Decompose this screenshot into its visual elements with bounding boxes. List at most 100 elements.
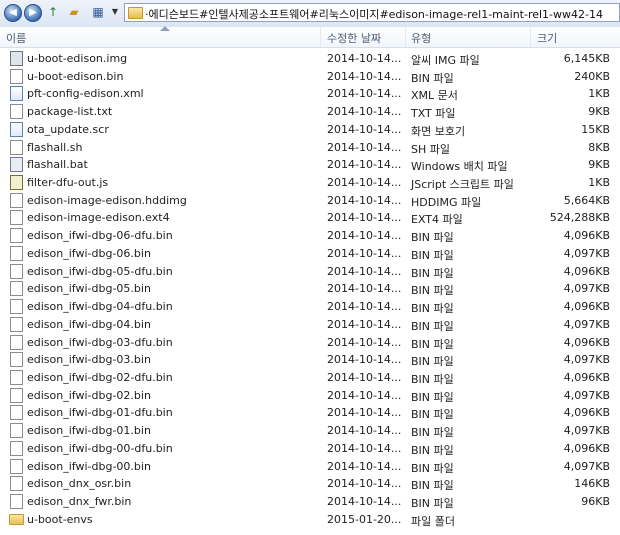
file-type: BIN 파일 [411,266,454,280]
address-path: ·에디슨보드#인텔사제공소프트웨어#리눅스이미지#edison-image-re… [145,8,603,21]
file-name: package-list.txt [27,105,113,119]
file-row[interactable]: edison_ifwi-dbg-06-dfu.bin 2014-10-14... B… [0,227,620,245]
file-size: 4,097KB [563,353,610,367]
file-name: edison_ifwi-dbg-04-dfu.bin [27,300,173,314]
file-name: u-boot-envs [27,512,93,526]
up-folder-icon[interactable]: ↑ [45,4,61,20]
file-row[interactable]: edison_ifwi-dbg-03-dfu.bin 2014-10-14... B… [0,334,620,352]
file-date: 2014-10-14... [327,176,402,190]
file-name: edison_ifwi-dbg-02.bin [27,388,151,402]
file-row[interactable]: flashall.bat 2014-10-14... Windows 배치 파일 9K… [0,156,620,174]
file-date: 2014-10-14... [327,353,402,367]
file-row[interactable]: edison-image-edison.hddimg 2014-10-14... H… [0,192,620,210]
file-size: 146KB [574,477,610,491]
file-date: 2014-10-14... [327,459,402,473]
forward-button[interactable]: ▶ [24,4,42,22]
column-name-header[interactable]: 이름 [6,30,26,46]
file-name: edison_ifwi-dbg-02-dfu.bin [27,370,173,384]
file-size: 4,096KB [563,229,610,243]
file-row[interactable]: pft-config-edison.xml 2014-10-14... XML 문서… [0,85,620,103]
file-size: 4,097KB [563,459,610,473]
file-row[interactable]: edison_ifwi-dbg-04-dfu.bin 2014-10-14... B… [0,298,620,316]
screensaver-file-icon [10,121,23,137]
chevron-down-icon[interactable]: ▼ [107,4,123,20]
file-row[interactable]: edison_ifwi-dbg-02-dfu.bin 2014-10-14... B… [0,369,620,387]
column-size-header[interactable]: 크기 [537,30,557,46]
file-type: BIN 파일 [411,461,454,475]
file-row[interactable]: u-boot-edison.bin 2014-10-14... BIN 파일 240K… [0,68,620,86]
column-divider[interactable] [530,27,531,47]
file-size: 4,097KB [563,282,610,296]
file-row[interactable]: edison_ifwi-dbg-02.bin 2014-10-14... BIN 파… [0,387,620,405]
column-divider[interactable] [405,27,406,47]
file-row[interactable]: edison_dnx_fwr.bin 2014-10-14... BIN 파일 96K… [0,493,620,511]
file-row[interactable]: edison_ifwi-dbg-00-dfu.bin 2014-10-14... B… [0,440,620,458]
toolbar: ◀ ▶ ↑ ▰ ▦ ▼ ·에디슨보드#인텔사제공소프트웨어#리눅스이미지#edi… [0,0,620,28]
file-row[interactable]: edison_ifwi-dbg-01.bin 2014-10-14... BIN 파… [0,422,620,440]
file-date: 2014-10-14... [327,246,402,260]
file-type: 파일 폴더 [411,514,455,528]
generic-file-icon [10,405,23,421]
file-name: edison_ifwi-dbg-03-dfu.bin [27,335,173,349]
file-type: 화면 보호기 [411,124,466,138]
file-date: 2014-10-14... [327,158,402,172]
file-row[interactable]: flashall.sh 2014-10-14... SH 파일 8KB [0,139,620,157]
file-type: EXT4 파일 [411,213,463,227]
file-row[interactable]: edison_ifwi-dbg-05-dfu.bin 2014-10-14... B… [0,263,620,281]
generic-file-icon [10,210,23,226]
file-row[interactable]: edison_ifwi-dbg-01-dfu.bin 2014-10-14... B… [0,404,620,422]
file-row[interactable]: ota_update.scr 2014-10-14... 화면 보호기 15KB [0,121,620,139]
file-size: 1KB [588,176,610,190]
file-row[interactable]: package-list.txt 2014-10-14... TXT 파일 9KB [0,103,620,121]
file-name: edison_ifwi-dbg-06.bin [27,246,151,260]
file-date: 2014-10-14... [327,424,402,438]
file-row[interactable]: u-boot-edison.img 2014-10-14... 알씨 IMG 파일 6… [0,50,620,68]
file-name: filter-dfu-out.js [27,176,109,190]
file-row[interactable]: edison_dnx_osr.bin 2014-10-14... BIN 파일 146… [0,475,620,493]
file-row[interactable]: u-boot-envs 2015-01-20... 파일 폴더 [0,511,620,529]
column-divider[interactable] [320,27,321,47]
file-name: ota_update.scr [27,122,109,136]
file-row[interactable]: edison_ifwi-dbg-06.bin 2014-10-14... BIN 파… [0,245,620,263]
file-type: BIN 파일 [411,337,454,351]
file-type: BIN 파일 [411,479,454,493]
column-date-header[interactable]: 수정한 날짜 [327,30,381,46]
generic-file-icon [10,245,23,261]
file-row[interactable]: edison-image-edison.ext4 2014-10-14... EXT… [0,209,620,227]
file-size: 9KB [588,105,610,119]
file-date: 2014-10-14... [327,370,402,384]
file-type: BIN 파일 [411,319,454,333]
file-row[interactable]: edison_ifwi-dbg-05.bin 2014-10-14... BIN 파… [0,280,620,298]
file-row[interactable]: filter-dfu-out.js 2014-10-14... JScript 스크… [0,174,620,192]
file-date: 2014-10-14... [327,300,402,314]
file-name: edison_ifwi-dbg-05-dfu.bin [27,264,173,278]
file-type: TXT 파일 [411,107,456,121]
address-bar[interactable]: ·에디슨보드#인텔사제공소프트웨어#리눅스이미지#edison-image-re… [124,3,620,22]
file-row[interactable]: edison_ifwi-dbg-04.bin 2014-10-14... BIN 파… [0,316,620,334]
file-size: 9KB [588,158,610,172]
file-name: edison_ifwi-dbg-06-dfu.bin [27,229,173,243]
generic-file-icon [10,476,23,492]
file-type: BIN 파일 [411,71,454,85]
file-name: flashall.bat [27,158,88,172]
folder-up-icon[interactable]: ▰ [66,4,82,20]
text-file-icon [10,104,23,120]
column-type-header[interactable]: 유형 [411,30,431,46]
file-row[interactable]: edison_ifwi-dbg-00.bin 2014-10-14... BIN 파… [0,458,620,476]
back-button[interactable]: ◀ [4,4,22,22]
file-type: BIN 파일 [411,426,454,440]
file-type: BIN 파일 [411,372,454,386]
file-date: 2014-10-14... [327,87,402,101]
view-options-icon[interactable]: ▦ [90,4,106,20]
file-size: 6,145KB [563,52,610,65]
generic-file-icon [10,458,23,474]
column-header: 이름 수정한 날짜 유형 크기 [0,26,620,48]
file-size: 4,097KB [563,388,610,402]
sort-up-icon [160,26,170,31]
generic-file-icon [10,494,23,509]
generic-file-icon [10,192,23,208]
file-date: 2014-10-14... [327,264,402,278]
file-row[interactable]: edison_ifwi-dbg-03.bin 2014-10-14... BIN 파… [0,351,620,369]
file-type: BIN 파일 [411,355,454,369]
file-date: 2015-01-20... [327,512,402,526]
